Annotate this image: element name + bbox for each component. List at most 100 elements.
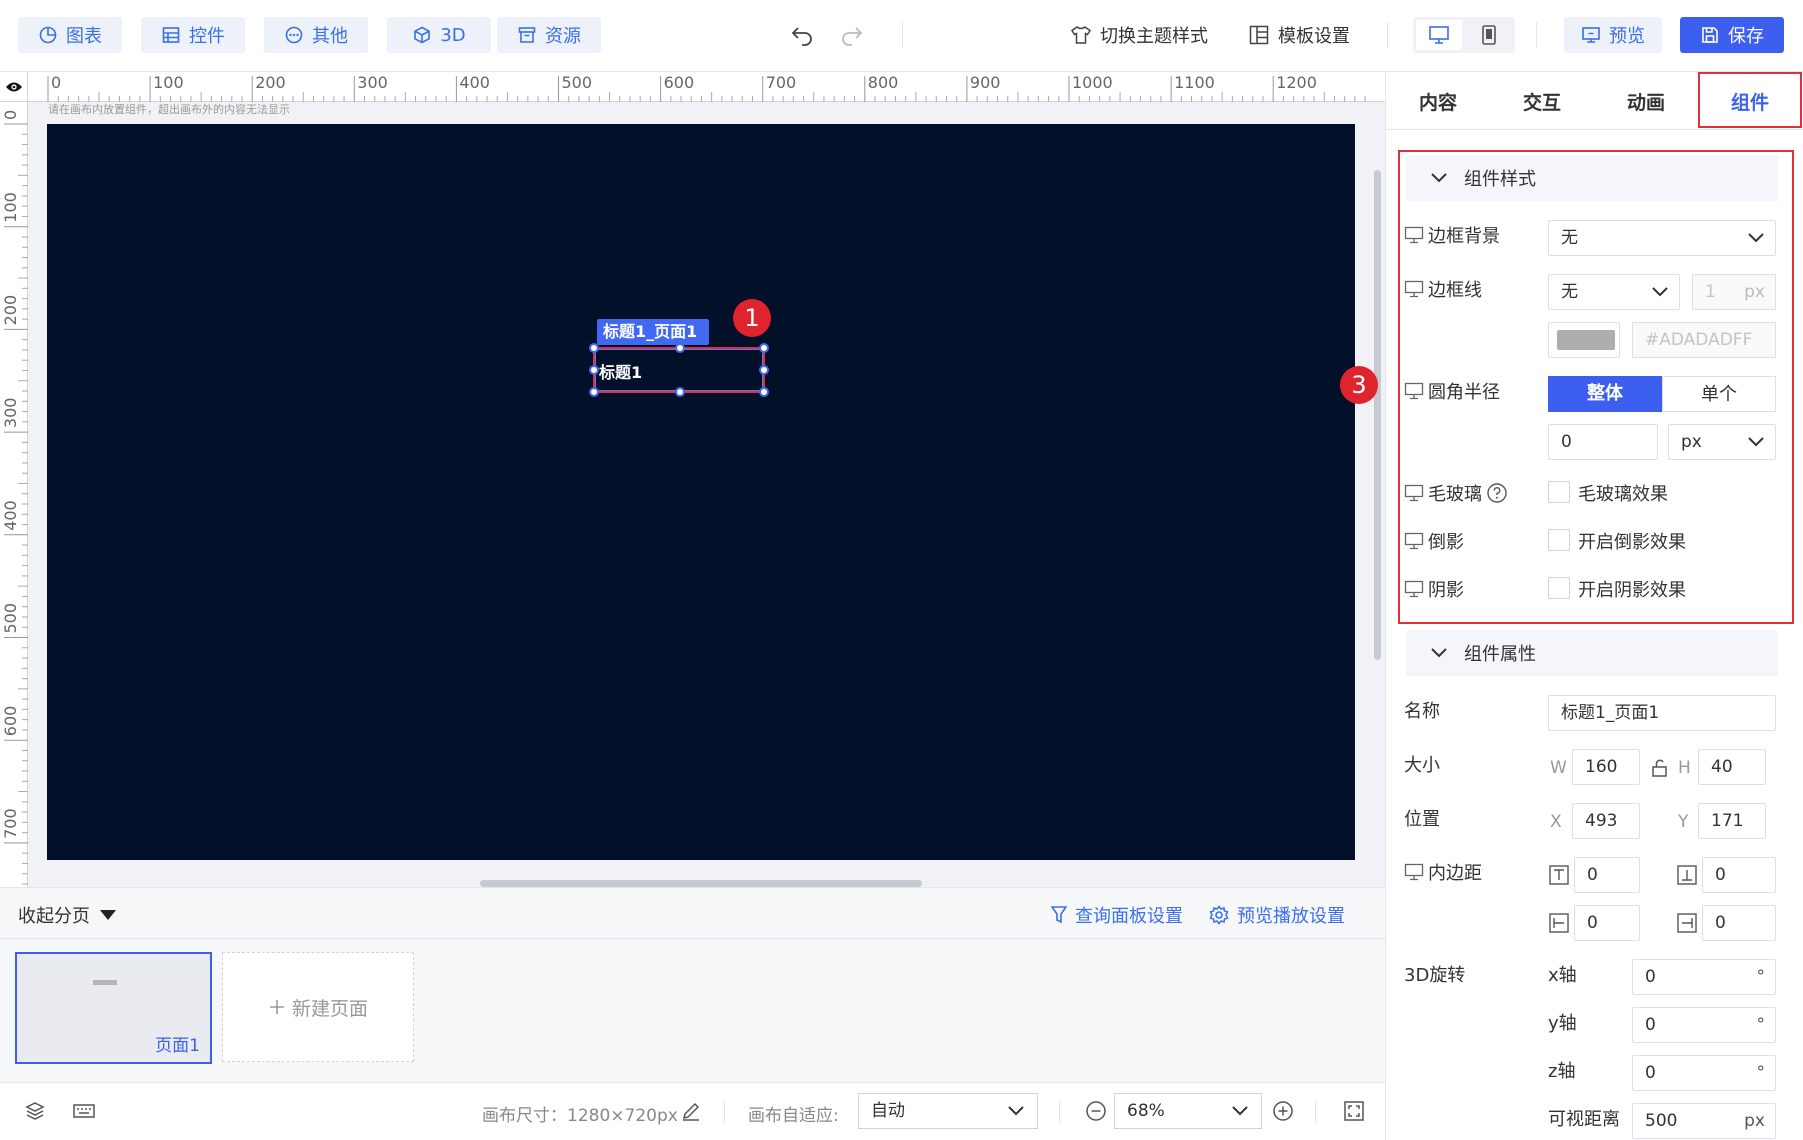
resize-handle[interactable] (675, 387, 685, 397)
preview-play-settings-link[interactable]: 预览播放设置 (1209, 902, 1345, 928)
y-rotate-input[interactable]: 0 ° (1632, 1007, 1776, 1043)
border-bg-select[interactable]: 无 (1548, 220, 1776, 256)
zoom-in-icon[interactable] (1272, 1100, 1294, 1122)
device-switch (1413, 17, 1515, 53)
edit-size-icon[interactable] (681, 1101, 701, 1121)
component-name-tag: 标题1_页面1 (597, 319, 709, 345)
template-settings-button[interactable]: 模板设置 (1248, 17, 1350, 53)
page-thumbnail-label: 页面1 (155, 1036, 200, 1056)
save-button[interactable]: 保存 (1680, 17, 1784, 53)
x-rotate-input[interactable]: 0 ° (1632, 959, 1776, 995)
padding-right-input[interactable]: 0 (1702, 905, 1776, 941)
border-width-input[interactable]: 1 px (1692, 274, 1776, 310)
shadow-option-label: 开启阴影效果 (1578, 580, 1686, 601)
y-input[interactable]: 171 (1698, 803, 1766, 839)
3d-button[interactable]: 3D (387, 17, 491, 53)
control-button[interactable]: 控件 (141, 17, 245, 53)
canvas-adapt-value: 自动 (871, 1101, 905, 1121)
preview-button[interactable]: 预览 (1564, 17, 1662, 53)
dashboard-canvas[interactable]: 标题1_页面1 标题1 (47, 124, 1355, 860)
border-line-label-row: 边框线 (1404, 276, 1482, 302)
resize-handle[interactable] (759, 343, 769, 353)
ruler-tick-label: 800 (868, 73, 899, 92)
chevron-down-icon (1008, 1106, 1024, 1116)
tab-animation[interactable]: 动画 (1594, 72, 1698, 130)
height-input[interactable]: 40 (1698, 749, 1766, 785)
ruler-tick-label: 1200 (1276, 73, 1317, 92)
y-axis-label: Y (1678, 812, 1689, 832)
radius-unit-select[interactable]: px (1668, 424, 1776, 460)
border-color-swatch[interactable] (1548, 322, 1620, 358)
padding-top-input[interactable]: 0 (1574, 857, 1640, 893)
component-props-section[interactable]: 组件属性 (1406, 630, 1778, 676)
keyboard-icon[interactable] (72, 1101, 96, 1121)
zoom-select[interactable]: 68% (1114, 1093, 1262, 1129)
width-input[interactable]: 160 (1572, 749, 1640, 785)
undo-icon[interactable] (790, 24, 814, 46)
resize-handle[interactable] (589, 387, 599, 397)
component-style-section[interactable]: 组件样式 (1406, 155, 1778, 201)
redo-icon[interactable] (840, 24, 864, 46)
ruler-tick-label: 700 (766, 73, 797, 92)
resize-handle[interactable] (759, 365, 769, 375)
vertical-scrollbar[interactable] (1374, 170, 1381, 660)
plus-icon (269, 1000, 284, 1014)
resize-handle[interactable] (589, 343, 599, 353)
zoom-out-icon[interactable] (1085, 1100, 1107, 1122)
z-rotate-input[interactable]: 0 ° (1632, 1055, 1776, 1091)
border-line-select[interactable]: 无 (1548, 274, 1680, 310)
monitor-icon (1404, 226, 1424, 244)
monitor-icon (1404, 382, 1424, 400)
unlock-icon[interactable] (1650, 758, 1670, 778)
radius-single-option[interactable]: 单个 (1662, 376, 1776, 412)
resource-button[interactable]: 资源 (497, 17, 601, 53)
x-input[interactable]: 493 (1572, 803, 1640, 839)
shadow-checkbox[interactable] (1548, 577, 1570, 599)
x-rotate-label: x轴 (1548, 965, 1577, 986)
radius-input[interactable]: 0 (1548, 424, 1658, 460)
chart-button[interactable]: 图表 (18, 17, 122, 53)
resize-handle[interactable] (589, 365, 599, 375)
fullscreen-icon[interactable] (1343, 1100, 1365, 1122)
reflection-checkbox[interactable] (1548, 529, 1570, 551)
horizontal-scrollbar[interactable] (480, 880, 922, 887)
page-panel: 收起分页 查询面板设置 预览播放设置 页面1 新建页面 (0, 887, 1385, 1082)
resize-handle[interactable] (675, 343, 685, 353)
ruler-tick-label: 700 (1, 808, 20, 839)
padding-right-value: 0 (1715, 913, 1726, 933)
ruler-tick-label: 300 (357, 73, 388, 92)
layers-icon[interactable] (25, 1101, 45, 1121)
query-panel-settings-label: 查询面板设置 (1075, 906, 1183, 927)
selected-title-component[interactable]: 标题1 (589, 343, 769, 397)
border-line-value: 无 (1561, 282, 1578, 302)
padding-bottom-input[interactable]: 0 (1702, 857, 1776, 893)
padding-left-input[interactable]: 0 (1574, 905, 1640, 941)
mobile-view-button[interactable] (1466, 20, 1512, 50)
name-input[interactable]: 标题1_页面1 (1548, 695, 1776, 731)
visibility-toggle[interactable] (0, 72, 28, 102)
glass-checkbox[interactable] (1548, 481, 1570, 503)
tab-content[interactable]: 内容 (1386, 72, 1490, 130)
annotation-badge-3: 3 (1340, 366, 1378, 404)
switch-theme-button[interactable]: 切换主题样式 (1070, 17, 1208, 53)
view-distance-input[interactable]: 500 px (1632, 1103, 1776, 1139)
collapse-pages-toggle[interactable]: 收起分页 (18, 902, 116, 928)
tab-interaction[interactable]: 交互 (1490, 72, 1594, 130)
width-value: 160 (1585, 757, 1618, 777)
desktop-view-button[interactable] (1416, 20, 1462, 50)
canvas-adapt-select[interactable]: 自动 (858, 1093, 1038, 1129)
page-thumbnail-1[interactable]: 页面1 (15, 952, 212, 1064)
radius-whole-option[interactable]: 整体 (1548, 376, 1662, 412)
help-icon[interactable] (1486, 482, 1508, 504)
query-panel-settings-link[interactable]: 查询面板设置 (1051, 902, 1183, 928)
new-page-button[interactable]: 新建页面 (222, 952, 414, 1062)
save-label: 保存 (1728, 26, 1764, 47)
ruler-tick-label: 500 (562, 73, 593, 92)
toolbar-divider (1536, 22, 1537, 48)
other-button[interactable]: 其他 (264, 17, 368, 53)
top-toolbar: 图表 控件 其他 3D 资源 切换主题样式 模板设置 预览 保存 (0, 0, 1803, 72)
resize-handle[interactable] (759, 387, 769, 397)
border-color-input[interactable]: #ADADADFF (1632, 322, 1776, 358)
position-label: 位置 (1404, 809, 1440, 830)
glass-option-label: 毛玻璃效果 (1578, 484, 1668, 505)
